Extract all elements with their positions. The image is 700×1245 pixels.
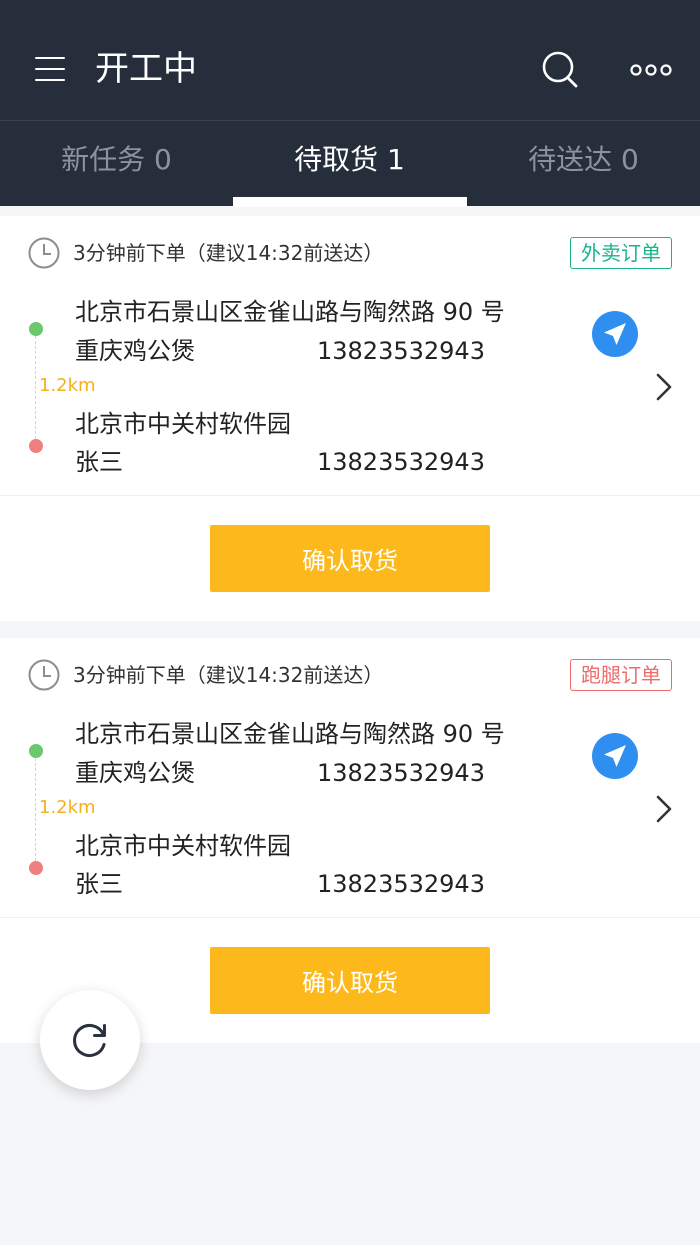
customer-name: 张三: [75, 448, 123, 476]
tab-pending-pickup[interactable]: 待取货 1: [233, 121, 466, 207]
pickup-point-dot: [29, 744, 43, 758]
confirm-pickup-button[interactable]: 确认取货: [210, 525, 490, 592]
route-distance: 1.2km: [39, 797, 96, 818]
delivery-point-dot: [29, 861, 43, 875]
task-tabs: 新任务 0 待取货 1 待送达 0: [0, 120, 700, 207]
order-type-badge: 外卖订单: [570, 237, 672, 269]
customer-phone[interactable]: 13823532943: [317, 866, 485, 902]
more-button[interactable]: [628, 56, 674, 84]
refresh-icon: [73, 1024, 106, 1057]
pickup-point-dot: [29, 322, 43, 336]
pickup-phone[interactable]: 13823532943: [317, 333, 485, 369]
route-line: [35, 758, 36, 861]
confirm-pickup-button[interactable]: 确认取货: [210, 947, 490, 1014]
menu-button[interactable]: [30, 52, 70, 86]
customer-name: 张三: [75, 870, 123, 898]
route-line: [35, 336, 36, 439]
pickup-merchant-name: 重庆鸡公煲: [75, 337, 195, 365]
delivery-point-dot: [29, 439, 43, 453]
active-tab-indicator: [233, 197, 467, 207]
chevron-right-icon[interactable]: [652, 792, 676, 826]
order-time: 3分钟前下单（建议14:32前送达）: [73, 241, 384, 265]
more-icon: [630, 64, 672, 76]
order-type-badge: 跑腿订单: [570, 659, 672, 691]
search-button[interactable]: [540, 48, 580, 92]
refresh-button[interactable]: [40, 990, 140, 1090]
order-details[interactable]: 3分钟前下单（建议14:32前送达） 外卖订单 1.2km 北京市石景山区金雀山…: [0, 216, 700, 496]
pickup-phone[interactable]: 13823532943: [317, 755, 485, 791]
page-title: 开工中: [95, 49, 197, 89]
delivery-address: 北京市中关村软件园: [75, 410, 291, 438]
navigation-icon[interactable]: [592, 733, 638, 779]
pickup-merchant-name: 重庆鸡公煲: [75, 759, 195, 787]
route-distance: 1.2km: [39, 375, 96, 396]
order-details[interactable]: 3分钟前下单（建议14:32前送达） 跑腿订单 1.2km 北京市石景山区金雀山…: [0, 638, 700, 918]
order-actions: 确认取货: [0, 496, 700, 621]
delivery-address: 北京市中关村软件园: [75, 832, 291, 860]
customer-phone[interactable]: 13823532943: [317, 444, 485, 480]
order-card: 3分钟前下单（建议14:32前送达） 外卖订单 1.2km 北京市石景山区金雀山…: [0, 216, 700, 621]
tab-pending-delivery[interactable]: 待送达 0: [467, 121, 700, 207]
pickup-address: 北京市石景山区金雀山路与陶然路 90 号: [75, 720, 505, 748]
app-header: 开工中: [0, 0, 700, 120]
chevron-right-icon[interactable]: [652, 370, 676, 404]
clock-icon: [28, 659, 60, 691]
order-time: 3分钟前下单（建议14:32前送达）: [73, 663, 384, 687]
tab-new-tasks[interactable]: 新任务 0: [0, 121, 233, 207]
pickup-address: 北京市石景山区金雀山路与陶然路 90 号: [75, 298, 505, 326]
order-card: 3分钟前下单（建议14:32前送达） 跑腿订单 1.2km 北京市石景山区金雀山…: [0, 638, 700, 1043]
clock-icon: [28, 237, 60, 269]
search-icon: [542, 51, 578, 88]
navigation-icon[interactable]: [592, 311, 638, 357]
